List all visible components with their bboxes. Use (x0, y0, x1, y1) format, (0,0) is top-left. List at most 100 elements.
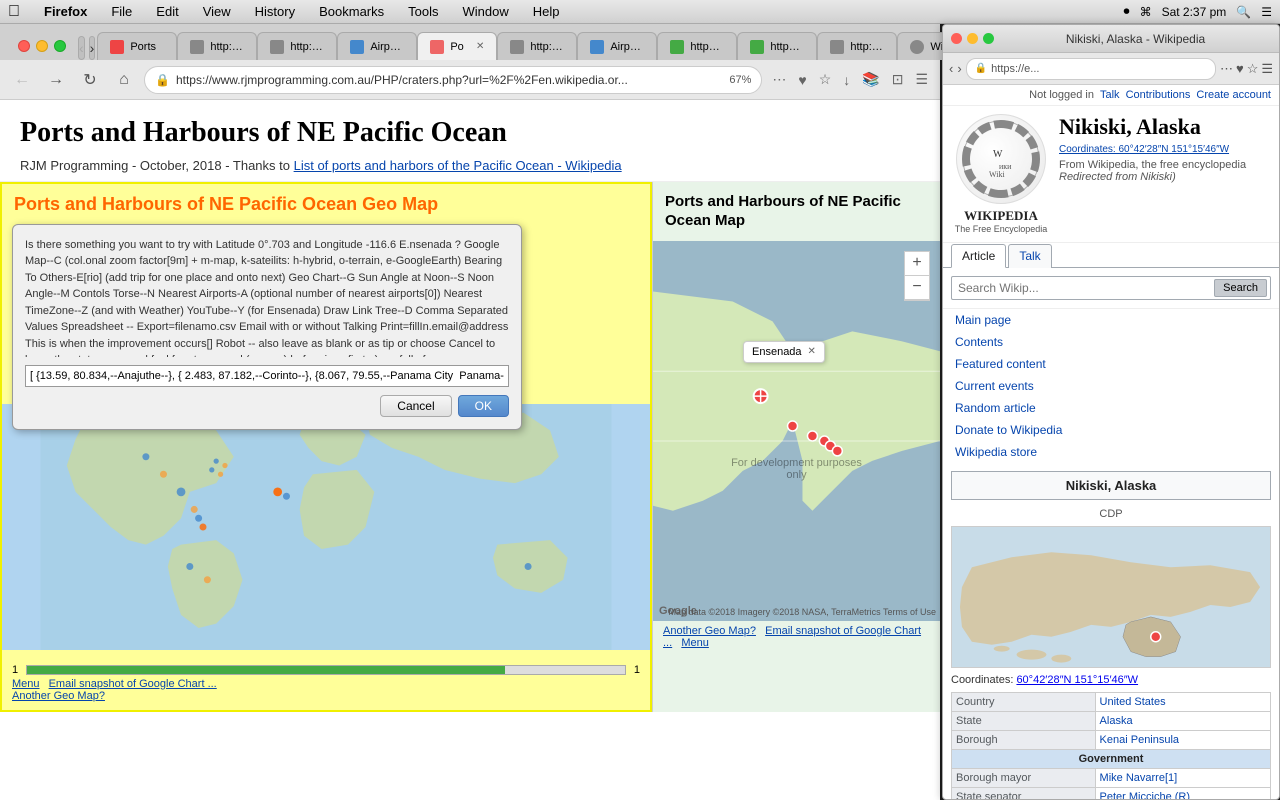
wiki-star-button[interactable]: ☆ (1247, 61, 1259, 77)
back-button[interactable]: ‹ (78, 36, 85, 60)
tab-title-7: Airpo... (610, 41, 644, 53)
wiki-logo-area: W ики Wiki WIKIPEDIA The Free Encycloped… (951, 114, 1051, 234)
wiki-search-button[interactable]: Search (1214, 279, 1267, 297)
tab-talk[interactable]: Talk (1008, 244, 1051, 268)
wiki-tagline: The Free Encyclopedia (951, 224, 1051, 234)
zoom-in-button[interactable]: + (905, 252, 929, 276)
coords-link[interactable]: Coordinates: 60°42′28″N 151°15′46″W (1059, 144, 1229, 155)
another-geo-link[interactable]: Another Geo Map? (12, 690, 105, 702)
wiki-titlebar: Nikiski, Alaska - Wikipedia (943, 25, 1279, 53)
nav-featured[interactable]: Featured content (943, 353, 1279, 375)
wiki-content: Not logged in Talk Contributions Create … (943, 85, 1279, 800)
google-map[interactable]: Ensenada ✕ For development purposes only… (653, 241, 940, 621)
ok-button[interactable]: OK (458, 395, 509, 417)
tab-2[interactable]: http://www... (177, 32, 257, 60)
wiki-url-field[interactable]: 🔒 https://e... (966, 58, 1216, 80)
wiki-tabs: Article Talk (943, 243, 1279, 268)
tab-article[interactable]: Article (951, 244, 1006, 268)
menu-file[interactable]: File (107, 4, 136, 19)
cancel-button[interactable]: Cancel (380, 395, 451, 417)
nav-main-page[interactable]: Main page (943, 309, 1279, 331)
tab-7[interactable]: Airpo... (577, 32, 657, 60)
left-panel: Ports and Harbours of NE Pacific Ocean G… (0, 182, 652, 712)
forward-button[interactable]: › (89, 36, 96, 60)
overflow-button[interactable]: ⋯ (768, 69, 790, 90)
map-zoom-controls: + − (904, 251, 930, 301)
list-icon[interactable]: ☰ (1261, 5, 1272, 19)
wiki-maximize-button[interactable] (983, 33, 994, 44)
nav-random[interactable]: Random article (943, 397, 1279, 419)
library-button[interactable]: 📚 (858, 69, 883, 90)
close-button[interactable] (18, 40, 30, 52)
menu-help[interactable]: Help (529, 4, 564, 19)
minimize-button[interactable] (36, 40, 48, 52)
url-bar: ← → ↻ ⌂ 🔒 https://www.rjmprogramming.com… (0, 60, 940, 100)
wiki-topbar: Not logged in Talk Contributions Create … (943, 85, 1279, 106)
nav-store[interactable]: Wikipedia store (943, 441, 1279, 463)
wiki-menu-button[interactable]: ☰ (1261, 61, 1273, 77)
back-nav-button[interactable]: ← (8, 66, 36, 94)
zoom-out-button[interactable]: − (905, 276, 929, 300)
menu-edit[interactable]: Edit (152, 4, 182, 19)
contributions-link[interactable]: Contributions (1126, 89, 1191, 101)
tab-close-button[interactable]: ✕ (476, 41, 484, 52)
wiki-minimize-button[interactable] (967, 33, 978, 44)
star-button[interactable]: ☆ (815, 69, 836, 90)
create-account-link[interactable]: Create account (1196, 89, 1271, 101)
apple-menu[interactable]:  (8, 3, 20, 21)
forward-nav-button[interactable]: → (42, 66, 70, 94)
mac-menubar:  Firefox File Edit View History Bookmar… (0, 0, 1280, 24)
tab-8[interactable]: https://ww... (657, 32, 737, 60)
bookmark-heart-button[interactable]: ♥ (794, 70, 810, 90)
coords-value-link[interactable]: 60°42′28″N 151°15′46″W (1016, 674, 1138, 686)
menu-tools[interactable]: Tools (404, 4, 442, 19)
tab-9[interactable]: https://ww... (737, 32, 817, 60)
menu-button[interactable]: ☰ (911, 69, 932, 90)
search-icon[interactable]: 🔍 (1236, 5, 1251, 19)
wiki-link[interactable]: List of ports and harbors of the Pacific… (294, 158, 622, 173)
wiki-back-button[interactable]: ‹ (949, 61, 953, 76)
tab-3[interactable]: http://www... (257, 32, 337, 60)
download-button[interactable]: ↓ (839, 70, 854, 90)
nav-current-events[interactable]: Current events (943, 375, 1279, 397)
nav-contents[interactable]: Contents (943, 331, 1279, 353)
wiki-infobox-coords: Coordinates: 60°42′28″N 151°15′46″W (943, 672, 1279, 688)
tab-title-10: http://www... (850, 41, 884, 53)
country-value: United States (1095, 693, 1270, 712)
tab-title-airport: Airpo... (370, 41, 404, 53)
tab-ports[interactable]: Ports (97, 32, 177, 60)
wiki-forward-button[interactable]: › (957, 61, 961, 76)
maximize-button[interactable] (54, 40, 66, 52)
tab-favicon-7 (590, 40, 604, 54)
menu-link[interactable]: Menu (12, 678, 40, 690)
progress-right: 1 (634, 664, 640, 676)
nav-donate[interactable]: Donate to Wikipedia (943, 419, 1279, 441)
tooltip-close[interactable]: ✕ (808, 346, 816, 357)
tab-6[interactable]: http://www... (497, 32, 577, 60)
tab-10[interactable]: http://www... (817, 32, 897, 60)
another-geo-link2[interactable]: Another Geo Map? (663, 625, 756, 637)
tab-favicon-wiki (910, 40, 924, 54)
email-snapshot-link[interactable]: Email snapshot of Google Chart ... (49, 678, 217, 690)
menu-view[interactable]: View (199, 4, 235, 19)
sidebar-button[interactable]: ⊡ (888, 69, 908, 90)
reload-button[interactable]: ↻ (76, 66, 104, 94)
tab-airport[interactable]: Airpo... (337, 32, 417, 60)
wiki-nav: Main page Contents Featured content Curr… (943, 309, 1279, 463)
talk-link[interactable]: Talk (1100, 89, 1120, 101)
tab-title-active: Po (450, 41, 470, 53)
url-field[interactable]: 🔒 https://www.rjmprogramming.com.au/PHP/… (144, 66, 762, 94)
menu-link2[interactable]: Menu (681, 637, 709, 649)
progress-fill (27, 666, 505, 674)
wiki-bookmark-heart-button[interactable]: ♥ (1236, 61, 1244, 77)
home-button[interactable]: ⌂ (110, 66, 138, 94)
dialog-input[interactable] (25, 365, 509, 387)
menu-bookmarks[interactable]: Bookmarks (315, 4, 388, 19)
wiki-close-button[interactable] (951, 33, 962, 44)
tab-active[interactable]: Po ✕ (417, 32, 497, 60)
tab-favicon-9 (750, 40, 764, 54)
wiki-overflow-button[interactable]: ⋯ (1220, 61, 1233, 77)
menu-window[interactable]: Window (459, 4, 513, 19)
menu-history[interactable]: History (251, 4, 299, 19)
menu-firefox[interactable]: Firefox (40, 4, 91, 19)
